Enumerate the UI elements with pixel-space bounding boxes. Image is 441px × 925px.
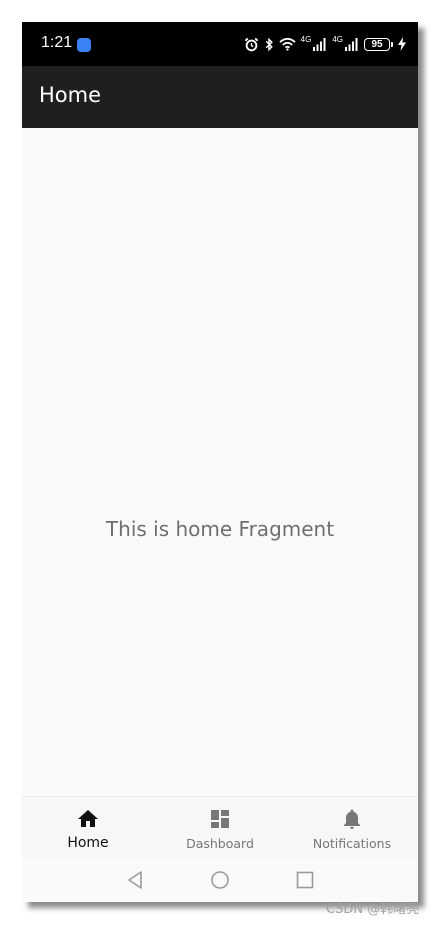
phone-screen: 1:21 4G 4G 95 Home This is home Fragment… bbox=[22, 22, 418, 902]
recents-icon[interactable] bbox=[295, 870, 315, 890]
app-toolbar: Home bbox=[22, 66, 418, 128]
fragment-content: This is home Fragment bbox=[22, 128, 418, 796]
app-notification-icon bbox=[77, 38, 91, 52]
status-icons: 4G 4G 95 bbox=[244, 34, 406, 54]
charging-icon bbox=[398, 37, 406, 51]
watermark: CSDN @韩曙亮 bbox=[326, 902, 420, 917]
nav-item-dashboard[interactable]: Dashboard bbox=[154, 797, 286, 859]
fragment-text: This is home Fragment bbox=[105, 517, 335, 541]
status-time: 1:21 bbox=[41, 34, 73, 51]
home-circle-icon[interactable] bbox=[210, 870, 230, 890]
network-type-label: 4G bbox=[332, 35, 343, 44]
bottom-navigation: Home Dashboard Notifications bbox=[22, 796, 418, 859]
battery-tip bbox=[391, 41, 393, 47]
bell-icon bbox=[344, 809, 360, 829]
nav-item-label: Notifications bbox=[312, 836, 392, 851]
back-icon[interactable] bbox=[125, 870, 145, 890]
signal-icon bbox=[313, 37, 326, 51]
alarm-icon bbox=[244, 37, 258, 51]
system-navigation-bar bbox=[22, 858, 418, 902]
network-type-label: 4G bbox=[300, 35, 312, 44]
nav-item-label: Dashboard bbox=[186, 836, 254, 851]
nav-item-notifications[interactable]: Notifications bbox=[286, 797, 418, 859]
home-icon bbox=[78, 810, 98, 827]
signal-icon bbox=[345, 37, 358, 51]
battery-level: 95 bbox=[371, 38, 383, 50]
bluetooth-icon bbox=[265, 37, 273, 51]
nav-item-home[interactable]: Home bbox=[22, 797, 154, 859]
battery-icon: 95 bbox=[364, 37, 390, 51]
wifi-icon bbox=[279, 37, 296, 51]
status-bar: 1:21 4G 4G 95 bbox=[22, 22, 418, 66]
nav-item-label: Home bbox=[67, 835, 109, 851]
toolbar-title: Home bbox=[39, 83, 102, 107]
dashboard-icon bbox=[211, 810, 229, 828]
